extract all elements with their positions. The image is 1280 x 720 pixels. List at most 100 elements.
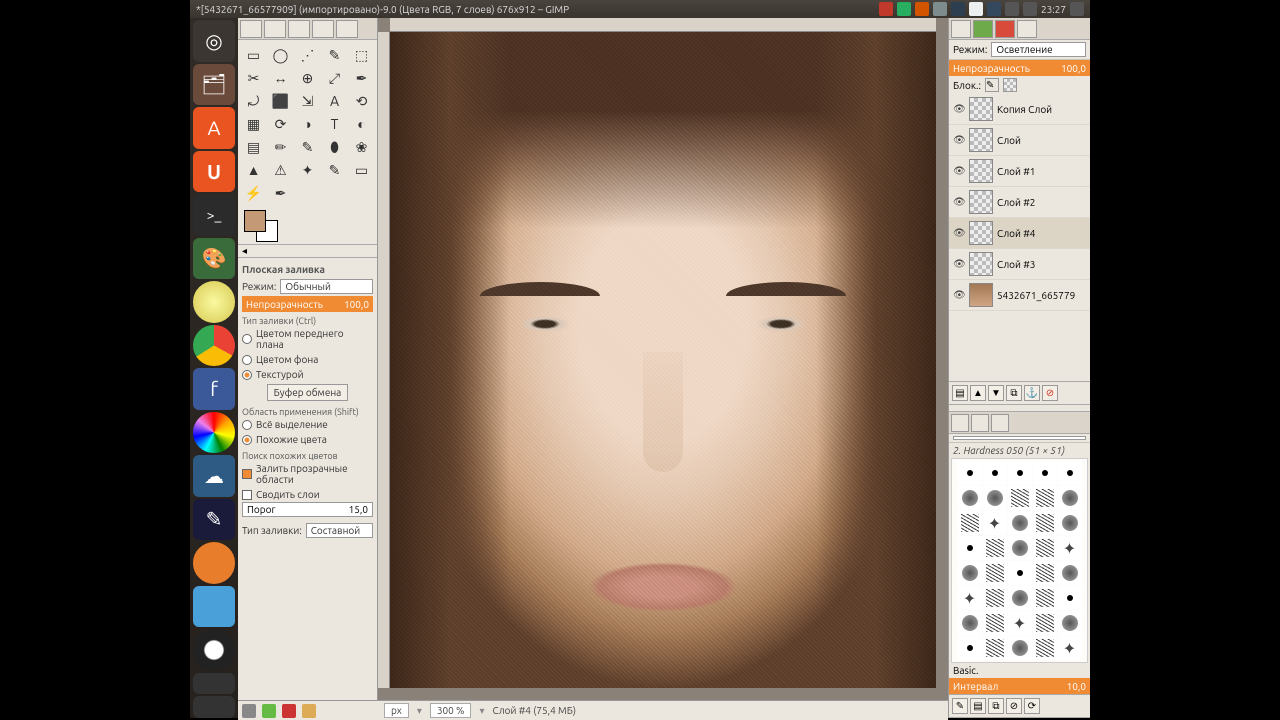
tool-button[interactable]: ⇲ — [295, 90, 321, 112]
tool-button[interactable]: ⤢ — [322, 67, 348, 89]
tool-button[interactable]: ⚡ — [241, 182, 267, 204]
tool-button[interactable]: ✂ — [241, 67, 267, 89]
brush-cell[interactable] — [1008, 636, 1032, 660]
ubuntu-software-icon[interactable]: U — [193, 151, 235, 193]
anchor-layer-button[interactable]: ⚓ — [1024, 385, 1040, 401]
radio-all[interactable] — [242, 420, 252, 430]
tool-button[interactable]: ❀ — [349, 136, 375, 158]
tray-icon[interactable] — [915, 2, 929, 16]
duplicate-layer-button[interactable]: ⧉ — [1006, 385, 1022, 401]
brush-cell[interactable] — [1008, 486, 1032, 510]
tray-icon[interactable] — [933, 2, 947, 16]
app-icon[interactable]: f — [193, 368, 235, 410]
brush-cell[interactable] — [958, 536, 982, 560]
tool-button[interactable]: ✎ — [322, 44, 348, 66]
brush-cell[interactable]: ✦ — [1058, 636, 1082, 660]
brush-cell[interactable] — [958, 636, 982, 660]
brush-cell[interactable] — [1033, 461, 1057, 485]
visibility-icon[interactable]: 👁 — [953, 196, 965, 208]
brush-cell[interactable] — [1008, 536, 1032, 560]
brush-cell[interactable] — [1033, 486, 1057, 510]
app-icon[interactable] — [193, 586, 235, 628]
visibility-icon[interactable]: 👁 — [953, 103, 965, 115]
tool-button[interactable]: ⚠ — [268, 159, 294, 181]
brush-cell[interactable] — [983, 461, 1007, 485]
layer-row[interactable]: 👁 Слой — [949, 125, 1090, 156]
delete-brush-button[interactable]: ⊘ — [1006, 698, 1022, 714]
tool-button[interactable]: ✏ — [268, 136, 294, 158]
zoom-field[interactable]: 300 % — [430, 703, 472, 718]
check-transparent[interactable] — [242, 469, 252, 479]
brush-cell[interactable] — [958, 461, 982, 485]
brush-cell[interactable] — [1058, 461, 1082, 485]
layer-mode-select[interactable]: Осветление — [991, 42, 1086, 57]
brush-cell[interactable] — [1033, 511, 1057, 535]
tool-button[interactable]: ⋰ — [295, 44, 321, 66]
brush-cell[interactable] — [1008, 561, 1032, 585]
toolbox-tab[interactable] — [264, 20, 286, 38]
brush-cell[interactable] — [983, 486, 1007, 510]
brush-filter[interactable] — [953, 436, 1086, 440]
lock-pixels-icon[interactable]: ✎ — [985, 78, 999, 92]
brush-cell[interactable] — [1033, 636, 1057, 660]
tool-button[interactable]: ✎ — [322, 159, 348, 181]
tool-button[interactable]: ✎ — [295, 136, 321, 158]
brush-cell[interactable] — [1008, 461, 1032, 485]
brush-cell[interactable]: ✦ — [983, 511, 1007, 535]
tray-icon[interactable] — [879, 2, 893, 16]
battery-icon[interactable] — [987, 2, 1001, 16]
brush-cell[interactable] — [958, 611, 982, 635]
toolbox-tab[interactable] — [288, 20, 310, 38]
lock-alpha-icon[interactable] — [1003, 78, 1017, 92]
units-select[interactable]: px — [384, 703, 409, 718]
brush-cell[interactable] — [983, 536, 1007, 560]
tool-button[interactable]: ✒ — [268, 182, 294, 204]
audacity-icon[interactable] — [193, 629, 235, 671]
gimp-icon[interactable]: 🎨 — [193, 238, 235, 280]
ruler-vertical[interactable] — [378, 32, 390, 688]
brush-spacing-slider[interactable]: Интервал 10,0 — [949, 678, 1090, 694]
visibility-icon[interactable]: 👁 — [953, 258, 965, 270]
tool-button[interactable]: ▲ — [241, 159, 267, 181]
tool-button[interactable]: ✦ — [295, 159, 321, 181]
radio-fg[interactable] — [242, 334, 252, 344]
session-icon[interactable] — [1070, 2, 1084, 16]
delete-layer-button[interactable]: ⊘ — [1042, 385, 1058, 401]
tool-button[interactable]: ⬚ — [349, 44, 375, 66]
tool-button[interactable]: ▭ — [241, 44, 267, 66]
opacity-slider[interactable]: Непрозрачность 100,0 — [242, 296, 373, 312]
brushes-tab[interactable] — [951, 414, 969, 432]
lower-layer-button[interactable]: ▼ — [988, 385, 1004, 401]
undo-tab[interactable] — [1017, 20, 1037, 38]
cloud-app-icon[interactable]: ☁ — [193, 455, 235, 497]
tool-button[interactable]: ▦ — [241, 113, 267, 135]
visibility-icon[interactable]: 👁 — [953, 134, 965, 146]
mode-select[interactable]: Обычный — [280, 279, 373, 294]
brush-cell[interactable] — [1058, 511, 1082, 535]
fillmode-select[interactable]: Составной — [306, 523, 373, 538]
image-canvas[interactable] — [390, 32, 936, 688]
brush-cell[interactable] — [1008, 511, 1032, 535]
brush-cell[interactable] — [983, 561, 1007, 585]
brush-cell[interactable] — [958, 561, 982, 585]
pattern-button[interactable]: Буфер обмена — [267, 384, 349, 401]
toolbox-tab[interactable] — [336, 20, 358, 38]
disk-icon[interactable] — [193, 281, 235, 323]
brush-cell[interactable]: ✦ — [1008, 611, 1032, 635]
cloud-icon[interactable] — [969, 2, 983, 16]
footer-icon[interactable] — [302, 704, 316, 718]
brush-cell[interactable] — [983, 586, 1007, 610]
brush-cell[interactable] — [1058, 586, 1082, 610]
app-icon[interactable] — [193, 696, 235, 718]
new-layer-button[interactable]: ▤ — [952, 385, 968, 401]
tool-options-tab[interactable]: ◂ — [238, 244, 377, 258]
tool-button[interactable]: ⤾ — [241, 90, 267, 112]
fg-bg-colors[interactable] — [244, 210, 377, 240]
dock-tab[interactable] — [951, 20, 971, 38]
brush-cell[interactable] — [1033, 586, 1057, 610]
blender-icon[interactable] — [193, 542, 235, 584]
new-brush-button[interactable]: ▤ — [970, 698, 986, 714]
footer-icon[interactable] — [282, 704, 296, 718]
brush-cell[interactable] — [958, 511, 982, 535]
edit-brush-button[interactable]: ✎ — [952, 698, 968, 714]
